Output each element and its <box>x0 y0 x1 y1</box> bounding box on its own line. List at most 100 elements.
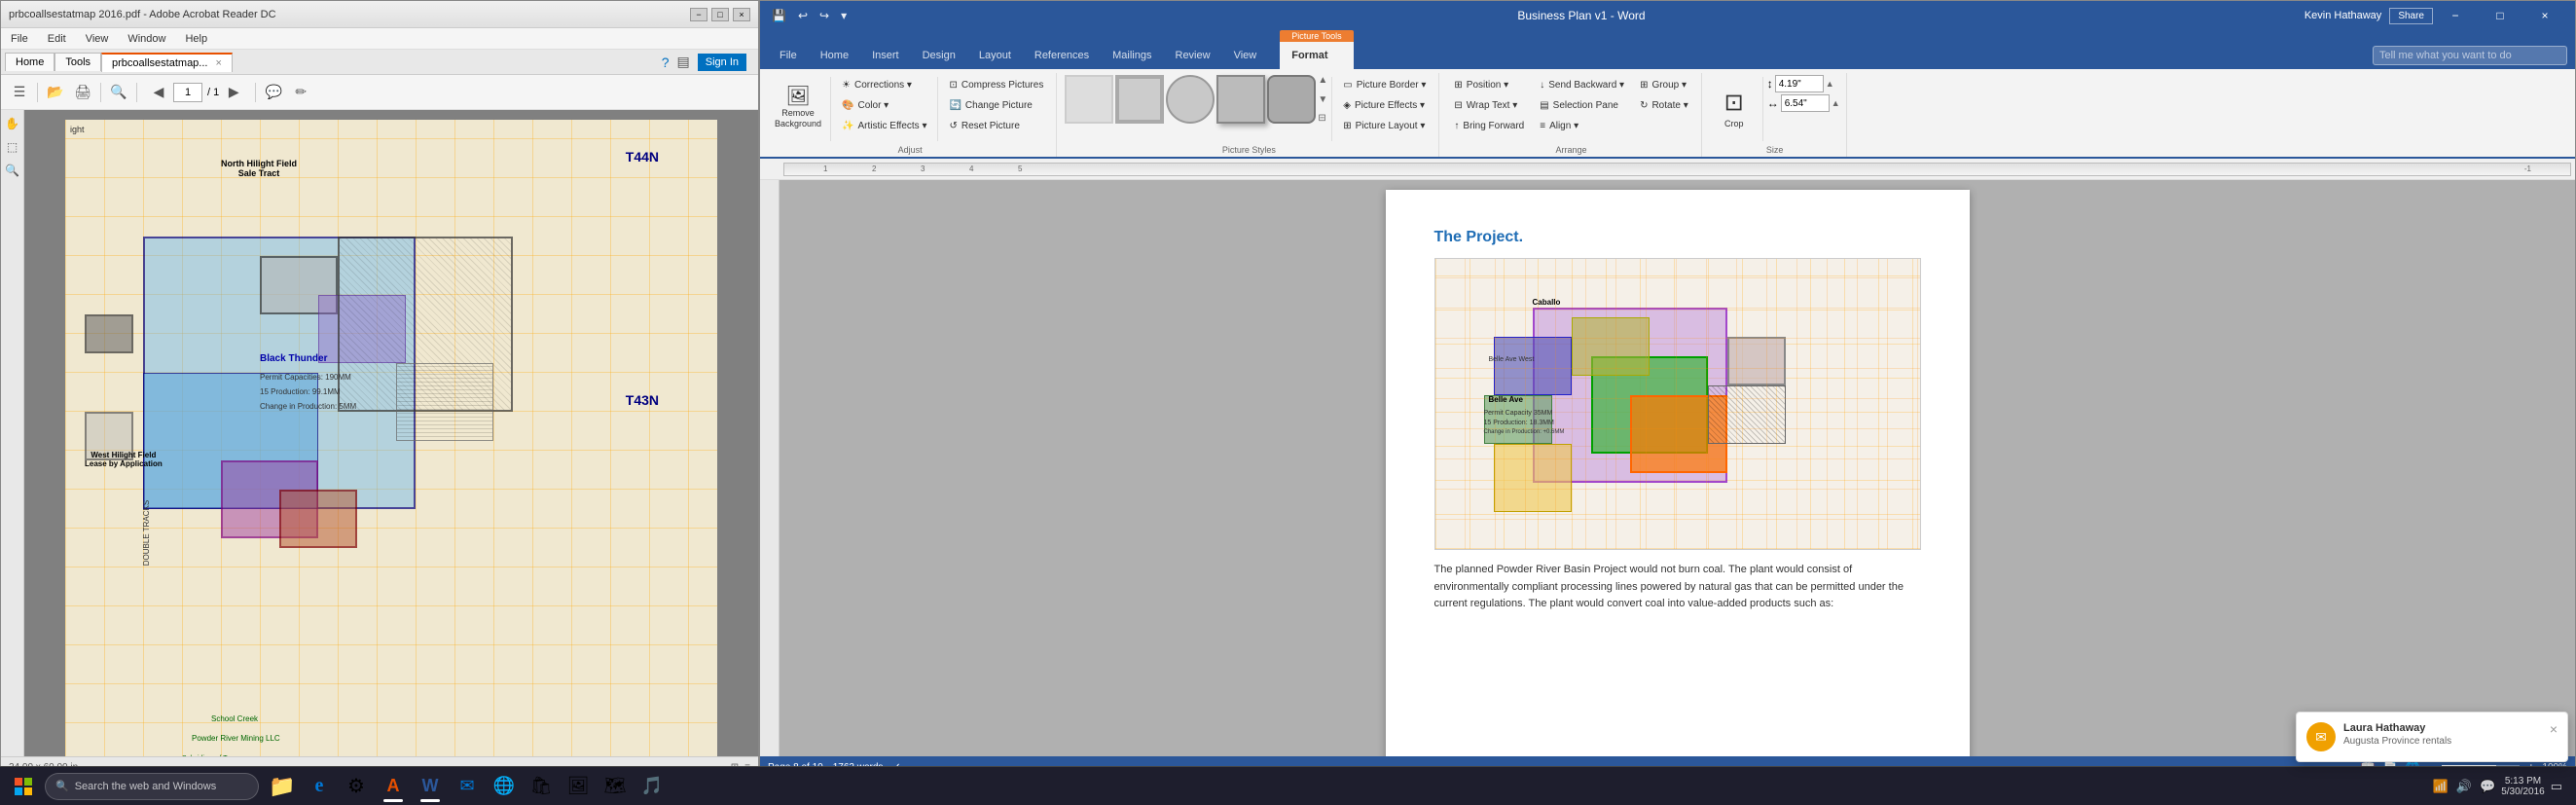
pdf-viewport[interactable]: T44N T43N North Hilight FieldSale Tract … <box>24 110 758 756</box>
hand-tool-icon[interactable]: ✋ <box>3 114 22 133</box>
word-minimize-button[interactable]: − <box>2433 1 2478 30</box>
corrections-button[interactable]: ☀ Corrections ▾ <box>835 75 933 94</box>
group-button[interactable]: ⊞ Group ▾ <box>1633 75 1695 94</box>
selection-pane-button[interactable]: ▤ Selection Pane <box>1533 95 1631 115</box>
pen-button[interactable]: ✏ <box>288 80 313 105</box>
menu-window[interactable]: Window <box>122 31 171 47</box>
bring-forward-button[interactable]: ↑ Bring Forward <box>1447 116 1531 135</box>
help-icon[interactable]: ? <box>662 55 670 70</box>
minimize-button[interactable]: − <box>690 8 707 21</box>
taskbar-app-ie[interactable]: 🌐 <box>487 769 522 804</box>
style-thumb-3[interactable] <box>1166 75 1215 124</box>
rotate-button[interactable]: ↻ Rotate ▾ <box>1633 95 1695 115</box>
align-button[interactable]: ≡ Align ▾ <box>1533 116 1631 135</box>
width-spinner-up[interactable]: ▲ <box>1832 98 1840 108</box>
menu-edit[interactable]: Edit <box>42 31 72 47</box>
open-button[interactable]: 📂 <box>43 80 68 105</box>
notif-close-button[interactable]: × <box>2550 722 2558 751</box>
word-map-image[interactable]: Caballo Belle Ave Belle Ave West Permit … <box>1434 258 1921 550</box>
menu-help[interactable]: Help <box>179 31 213 47</box>
taskbar-app-word[interactable]: W <box>413 769 448 804</box>
next-page-button[interactable]: ▶ <box>221 80 246 105</box>
tab-view[interactable]: View <box>1222 42 1269 69</box>
taskbar-app-edge[interactable]: e <box>302 769 337 804</box>
sign-in-button[interactable]: Sign In <box>698 54 746 71</box>
gallery-down-button[interactable]: ▼ <box>1318 94 1327 105</box>
style-thumb-4[interactable] <box>1216 75 1265 124</box>
taskbar-app-acrobat[interactable]: A <box>376 769 411 804</box>
undo-qa-button[interactable]: ↩ <box>794 7 812 24</box>
select-tool-icon[interactable]: ⬚ <box>3 137 22 157</box>
taskbar-app-maps[interactable]: 🗺 <box>598 769 633 804</box>
tab-pdf[interactable]: prbcoallsestatmap... × <box>101 53 233 72</box>
reset-picture-button[interactable]: ↺ Reset Picture <box>942 116 1050 135</box>
tab-format[interactable]: Format <box>1280 42 1353 69</box>
tab-mailings[interactable]: Mailings <box>1101 42 1163 69</box>
taskbar-app-explorer[interactable]: 📁 <box>265 769 300 804</box>
zoom-out-button[interactable]: 🔍 <box>106 80 131 105</box>
tab-home[interactable]: Home <box>809 42 860 69</box>
tab-tools[interactable]: Tools <box>54 53 101 71</box>
height-input[interactable] <box>1775 75 1824 92</box>
gallery-expand-button[interactable]: ⊟ <box>1318 113 1327 124</box>
tools-panel-icon[interactable]: ▤ <box>677 54 690 70</box>
redo-qa-button[interactable]: ↪ <box>816 7 833 24</box>
tab-review[interactable]: Review <box>1164 42 1222 69</box>
action-center-icon[interactable]: 💬 <box>2478 777 2497 796</box>
tab-references[interactable]: References <box>1023 42 1101 69</box>
create-button[interactable]: ☰ <box>7 80 32 105</box>
height-spinner-up[interactable]: ▲ <box>1826 79 1834 89</box>
save-qa-button[interactable]: 💾 <box>768 7 790 24</box>
tab-design[interactable]: Design <box>911 42 967 69</box>
share-button[interactable]: Share <box>2389 8 2433 24</box>
style-thumb-2[interactable] <box>1115 75 1164 124</box>
page-number-input[interactable] <box>173 83 202 102</box>
word-document-scroll[interactable]: The Project. <box>780 180 2575 756</box>
prev-page-button[interactable]: ◀ <box>146 80 171 105</box>
tab-file[interactable]: File <box>768 42 809 69</box>
wrap-text-button[interactable]: ⊟ Wrap Text ▾ <box>1447 95 1531 115</box>
menu-file[interactable]: File <box>5 31 34 47</box>
tab-insert[interactable]: Insert <box>860 42 911 69</box>
color-button[interactable]: 🎨 Color ▾ <box>835 95 933 115</box>
print-button[interactable]: 🖨 <box>70 80 95 105</box>
picture-layout-button[interactable]: ⊞ Picture Layout ▾ <box>1336 116 1433 135</box>
tab-close-icon[interactable]: × <box>215 57 221 69</box>
taskbar-app-groove[interactable]: 🎵 <box>635 769 670 804</box>
taskbar-app-settings[interactable]: ⚙ <box>339 769 374 804</box>
style-thumb-5[interactable] <box>1267 75 1316 124</box>
style-thumb-1[interactable] <box>1065 75 1113 124</box>
tab-layout[interactable]: Layout <box>967 42 1023 69</box>
comment-button[interactable]: 💬 <box>261 80 286 105</box>
picture-effects-button[interactable]: ◈ Picture Effects ▾ <box>1336 95 1433 115</box>
zoom-tool-icon[interactable]: 🔍 <box>3 161 22 180</box>
position-button[interactable]: ⊞ Position ▾ <box>1447 75 1531 94</box>
word-close-button[interactable]: × <box>2522 1 2567 30</box>
close-button[interactable]: × <box>733 8 750 21</box>
network-icon[interactable]: 📶 <box>2431 777 2450 796</box>
menu-view[interactable]: View <box>80 31 115 47</box>
crop-button[interactable]: ⊡ Crop <box>1710 75 1759 141</box>
taskbar-app-photos[interactable]: 🖼 <box>561 769 596 804</box>
change-picture-button[interactable]: 🔄 Change Picture <box>942 95 1050 115</box>
picture-border-button[interactable]: ▭ Picture Border ▾ <box>1336 75 1433 94</box>
send-backward-button[interactable]: ↓ Send Backward ▾ <box>1533 75 1631 94</box>
remove-background-button[interactable]: 🖼 RemoveBackground <box>770 75 826 141</box>
compress-pictures-button[interactable]: ⊡ Compress Pictures <box>942 75 1050 94</box>
word-maximize-button[interactable]: □ <box>2478 1 2522 30</box>
maximize-button[interactable]: □ <box>711 8 729 21</box>
show-desktop-icon[interactable]: ▭ <box>2549 777 2564 796</box>
taskbar-search[interactable]: 🔍 Search the web and Windows <box>45 773 259 800</box>
start-button[interactable] <box>4 769 43 804</box>
artistic-effects-button[interactable]: ✨ Artistic Effects ▾ <box>835 116 933 135</box>
clock-display[interactable]: 5:13 PM 5/30/2016 <box>2501 776 2545 797</box>
width-input[interactable] <box>1781 94 1830 112</box>
speaker-icon[interactable]: 🔊 <box>2454 777 2474 796</box>
rotate-handle[interactable]: ↻ <box>1671 258 1684 259</box>
tab-home[interactable]: Home <box>5 53 54 71</box>
help-search-input[interactable] <box>2373 46 2567 65</box>
customize-qa-button[interactable]: ▾ <box>837 7 851 24</box>
taskbar-app-outlook[interactable]: ✉ <box>450 769 485 804</box>
gallery-up-button[interactable]: ▲ <box>1318 75 1327 86</box>
taskbar-app-store[interactable]: 🛍 <box>524 769 559 804</box>
